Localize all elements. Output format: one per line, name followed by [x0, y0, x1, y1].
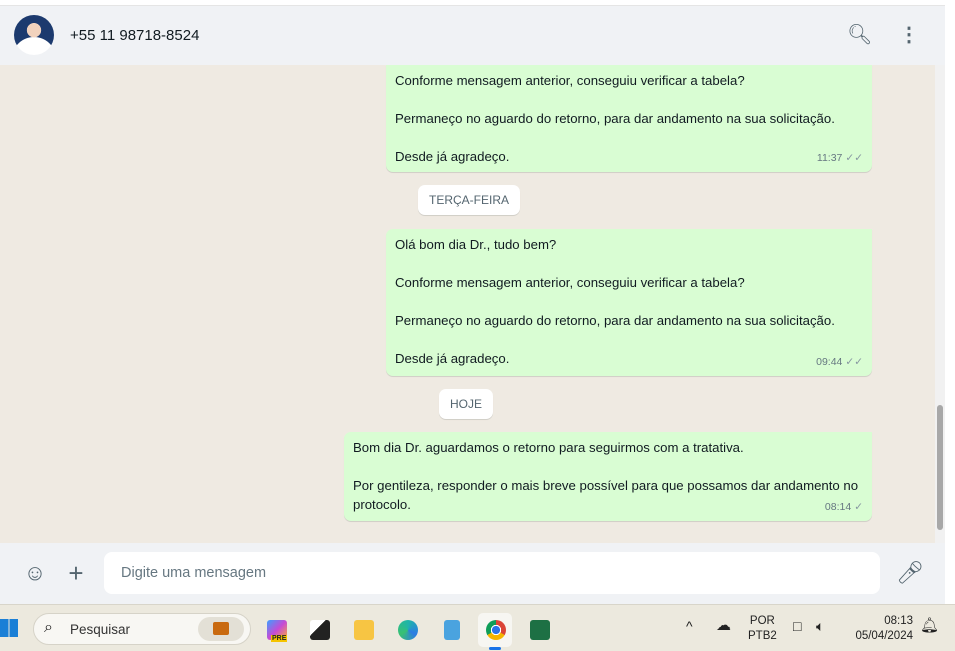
contact-name[interactable]: +55 11 98718-8524	[70, 27, 199, 44]
language-indicator[interactable]: POR PTB2	[748, 614, 777, 644]
window-edge	[945, 0, 955, 604]
message-time: 11:37	[816, 152, 843, 164]
network-icon[interactable]: □	[793, 619, 801, 634]
composer: ☺ + 🎤︎	[0, 543, 945, 604]
clock[interactable]: 08:13 05/04/2024	[848, 614, 913, 644]
message-text: Olá bom dia Dr., tudo bem? Conforme mens…	[395, 237, 835, 366]
pre-badge: PRE	[271, 635, 288, 642]
lang-bottom: PTB2	[748, 630, 777, 642]
clock-date: 05/04/2024	[855, 630, 913, 642]
message-time: 08:14	[824, 501, 852, 513]
check-icon: ✓	[854, 501, 863, 513]
contact-avatar[interactable]	[14, 15, 54, 55]
windows-start-icon[interactable]	[0, 619, 18, 637]
message-text: Bom dia Dr. aguardamos o retorno para se…	[353, 440, 859, 512]
briefcase-icon	[198, 617, 244, 641]
task-view-icon[interactable]	[302, 613, 336, 647]
notification-bell-icon[interactable]: 🔔︎	[920, 618, 939, 633]
message-time: 09:44	[816, 356, 843, 368]
taskbar-search[interactable]: ⌕ Pesquisar	[33, 613, 251, 645]
clock-time: 08:13	[884, 615, 913, 627]
double-check-icon: ✓✓	[845, 356, 863, 368]
file-explorer-icon[interactable]	[346, 613, 380, 647]
chrome-icon[interactable]	[478, 613, 512, 650]
message-input[interactable]	[104, 552, 880, 594]
search-icon: ⌕	[44, 619, 53, 636]
attach-plus-icon[interactable]: +	[63, 560, 89, 586]
emoji-icon[interactable]: ☺	[22, 560, 48, 586]
lang-top: POR	[749, 615, 775, 627]
search-label: Pesquisar	[70, 622, 131, 637]
kebab-menu-icon[interactable]: ⋮	[897, 23, 921, 47]
chevron-up-icon[interactable]: ^	[686, 619, 693, 634]
microphone-icon[interactable]: 🎤︎	[896, 560, 924, 586]
onedrive-offline-icon[interactable]: ☁	[716, 618, 731, 633]
message-list: Conforme mensagem anterior, conseguiu ve…	[0, 65, 945, 543]
scrollbar-thumb[interactable]	[937, 405, 943, 530]
message-text: Conforme mensagem anterior, conseguiu ve…	[395, 73, 835, 164]
date-divider: HOJE	[439, 389, 494, 419]
message-bubble: Bom dia Dr. aguardamos o retorno para se…	[344, 432, 872, 521]
edge-icon[interactable]	[390, 613, 424, 647]
excel-icon[interactable]	[522, 613, 556, 647]
volume-icon[interactable]: 🔈︎	[816, 619, 824, 634]
chat-header: +55 11 98718-8524 🔍︎ ⋮	[0, 5, 945, 65]
double-check-icon: ✓✓	[845, 152, 863, 164]
message-bubble: Olá bom dia Dr., tudo bem? Conforme mens…	[386, 229, 872, 376]
notepad-icon[interactable]	[434, 613, 468, 647]
message-bubble: Conforme mensagem anterior, conseguiu ve…	[386, 65, 872, 172]
copilot-icon[interactable]: PRE	[259, 613, 293, 647]
scrollbar-track[interactable]	[935, 65, 945, 543]
search-icon[interactable]: 🔍︎	[847, 23, 872, 47]
date-divider: TERÇA-FEIRA	[418, 185, 521, 215]
taskbar: ⌕ Pesquisar PRE ^ ☁ POR PTB2 □ 🔈︎ 08:13 05…	[0, 604, 955, 651]
